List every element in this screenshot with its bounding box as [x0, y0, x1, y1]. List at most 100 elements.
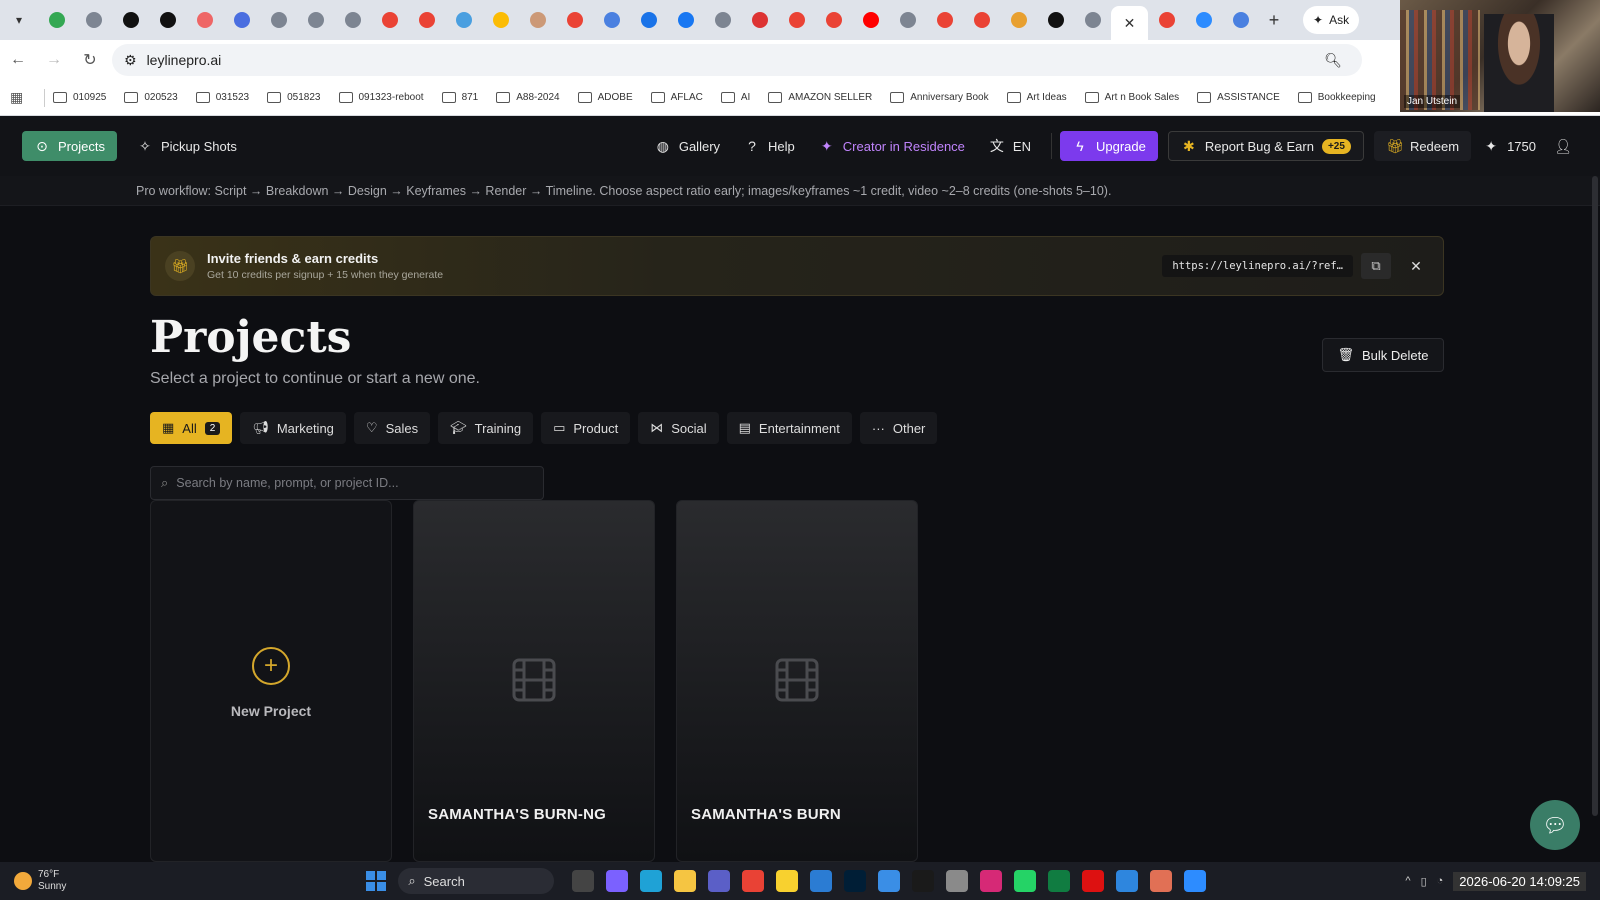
filter-all[interactable]: ▦ All 2 [150, 412, 233, 444]
browser-tab[interactable] [75, 4, 112, 36]
referral-link[interactable]: https://leylinepro.ai/?ref… [1162, 255, 1353, 277]
browser-tab[interactable] [593, 4, 630, 36]
browser-tab[interactable] [778, 4, 815, 36]
browser-tab[interactable] [38, 4, 75, 36]
acrobat-icon[interactable] [1082, 870, 1105, 892]
browser-tab[interactable] [482, 4, 519, 36]
bridge-icon[interactable] [912, 870, 935, 892]
filter-marketing[interactable]: 📢︎ Marketing [240, 412, 346, 444]
close-tab-icon[interactable]: ✕ [1124, 15, 1136, 32]
file-explorer-icon[interactable] [674, 870, 697, 892]
edge-icon[interactable] [640, 870, 663, 892]
credits-display[interactable]: ✦ 1750 [1471, 131, 1548, 161]
bookmark-folder[interactable]: 031523 [195, 92, 249, 103]
copilot-icon[interactable] [606, 870, 629, 892]
browser-tab[interactable] [889, 4, 926, 36]
browser-tab[interactable] [186, 4, 223, 36]
redeem-button[interactable]: 🎁︎ Redeem [1373, 131, 1472, 161]
browser-tab[interactable] [112, 4, 149, 36]
browser-tab[interactable] [519, 4, 556, 36]
weather-widget[interactable]: 76°F Sunny [14, 869, 66, 893]
chevron-up-icon[interactable]: ^ [1405, 875, 1410, 887]
app-icon[interactable] [1150, 870, 1173, 892]
browser-tab[interactable] [1000, 4, 1037, 36]
browser-tab[interactable] [963, 4, 1000, 36]
browser-tab[interactable] [1185, 4, 1222, 36]
teams-icon[interactable] [708, 870, 731, 892]
sticky-notes-icon[interactable] [776, 870, 799, 892]
bookmark-folder[interactable]: ADOBE [577, 92, 633, 103]
browser-tab[interactable] [149, 4, 186, 36]
photoshop-icon[interactable] [844, 870, 867, 892]
filter-sales[interactable]: ♡ Sales [353, 412, 431, 444]
bookmark-folder[interactable]: 051823 [267, 92, 321, 103]
bookmark-folder[interactable]: ASSISTANCE [1197, 92, 1280, 103]
apps-grid-icon[interactable]: ▦ [10, 89, 40, 106]
user-avatar-icon[interactable]: 👤︎ [1548, 131, 1578, 161]
url-field[interactable]: ⚙ leylinepro.ai 🔍︎ [112, 44, 1362, 76]
browser-tab[interactable] [1037, 4, 1074, 36]
copy-icon[interactable]: ⧉ [1361, 253, 1391, 279]
browser-tab[interactable] [1074, 4, 1111, 36]
browser-tab[interactable] [556, 4, 593, 36]
project-card[interactable]: SAMANTHA'S BURN [676, 500, 918, 862]
report-bug-button[interactable]: ✱ Report Bug & Earn +25 [1167, 131, 1364, 161]
project-search[interactable]: ⌕ [150, 466, 544, 500]
browser-tab[interactable] [704, 4, 741, 36]
browser-tab[interactable] [1222, 4, 1259, 36]
tab-search-chevron-icon[interactable]: ▾ [0, 0, 38, 40]
bookmark-folder[interactable]: 091323-reboot [338, 92, 424, 103]
whatsapp-icon[interactable] [1014, 870, 1037, 892]
project-card[interactable]: SAMANTHA'S BURN-NG [413, 500, 655, 862]
browser-tab[interactable] [408, 4, 445, 36]
bookmark-folder[interactable]: AFLAC [650, 92, 703, 103]
filter-product[interactable]: ▭ Product [541, 412, 631, 444]
zoom-icon[interactable] [1184, 870, 1207, 892]
filter-training[interactable]: 🎓︎ Training [438, 412, 534, 444]
browser-tab[interactable] [334, 4, 371, 36]
forward-icon[interactable]: → [36, 42, 72, 78]
filter-social[interactable]: ⋈ Social [638, 412, 719, 444]
new-tab-button[interactable]: + [1259, 10, 1289, 31]
bookmark-folder[interactable]: Art Ideas [1006, 92, 1067, 103]
browser-tab[interactable] [630, 4, 667, 36]
browser-tab[interactable] [371, 4, 408, 36]
browser-tab[interactable] [260, 4, 297, 36]
network-icon[interactable]: ◔ [1437, 875, 1444, 887]
reload-icon[interactable]: ↻ [72, 42, 108, 78]
browser-tab[interactable] [445, 4, 482, 36]
bookmark-folder[interactable]: AMAZON SELLER [768, 92, 872, 103]
browser-tab[interactable] [852, 4, 889, 36]
taskbar-search[interactable]: ⌕ Search [398, 868, 555, 894]
creator-in-residence-button[interactable]: ✦ Creator in Residence [807, 131, 977, 161]
bookmark-folder[interactable]: Bookkeeping [1297, 92, 1376, 103]
ask-button[interactable]: ✦ Ask [1303, 6, 1360, 34]
browser-tab[interactable] [1148, 4, 1185, 36]
help-button[interactable]: ? Help [732, 131, 807, 161]
site-settings-icon[interactable]: ⚙ [124, 52, 137, 69]
instagram-icon[interactable] [980, 870, 1003, 892]
todo-icon[interactable] [878, 870, 901, 892]
search-input[interactable] [176, 476, 517, 490]
battery-icon[interactable]: ▯ [1421, 875, 1427, 888]
browser-tab[interactable] [741, 4, 778, 36]
scrollbar-thumb[interactable] [1592, 176, 1598, 816]
bulk-delete-button[interactable]: 🗑︎ Bulk Delete [1322, 338, 1444, 372]
windows-start-icon[interactable] [366, 871, 387, 891]
outlook-icon[interactable] [810, 870, 833, 892]
gallery-button[interactable]: ◍ Gallery [643, 131, 732, 161]
projects-button[interactable]: ⊙ Projects [22, 131, 117, 161]
back-icon[interactable]: ← [0, 42, 36, 78]
bookmark-folder[interactable]: Anniversary Book [890, 92, 989, 103]
bookmark-folder[interactable]: Art n Book Sales [1084, 92, 1179, 103]
excel-icon[interactable] [1048, 870, 1071, 892]
scrollbar[interactable] [1592, 176, 1598, 856]
browser-tab-active[interactable]: ✕ [1111, 6, 1148, 40]
browser-tab[interactable] [815, 4, 852, 36]
bookmark-folder[interactable]: AI [720, 92, 750, 103]
chrome-icon[interactable] [742, 870, 765, 892]
zoom-icon[interactable]: 🔍︎ [1324, 52, 1342, 69]
filter-other[interactable]: ··· Other [859, 412, 938, 444]
bookmark-folder[interactable]: 871 [441, 92, 478, 103]
bookmark-folder[interactable]: 010925 [53, 92, 106, 103]
